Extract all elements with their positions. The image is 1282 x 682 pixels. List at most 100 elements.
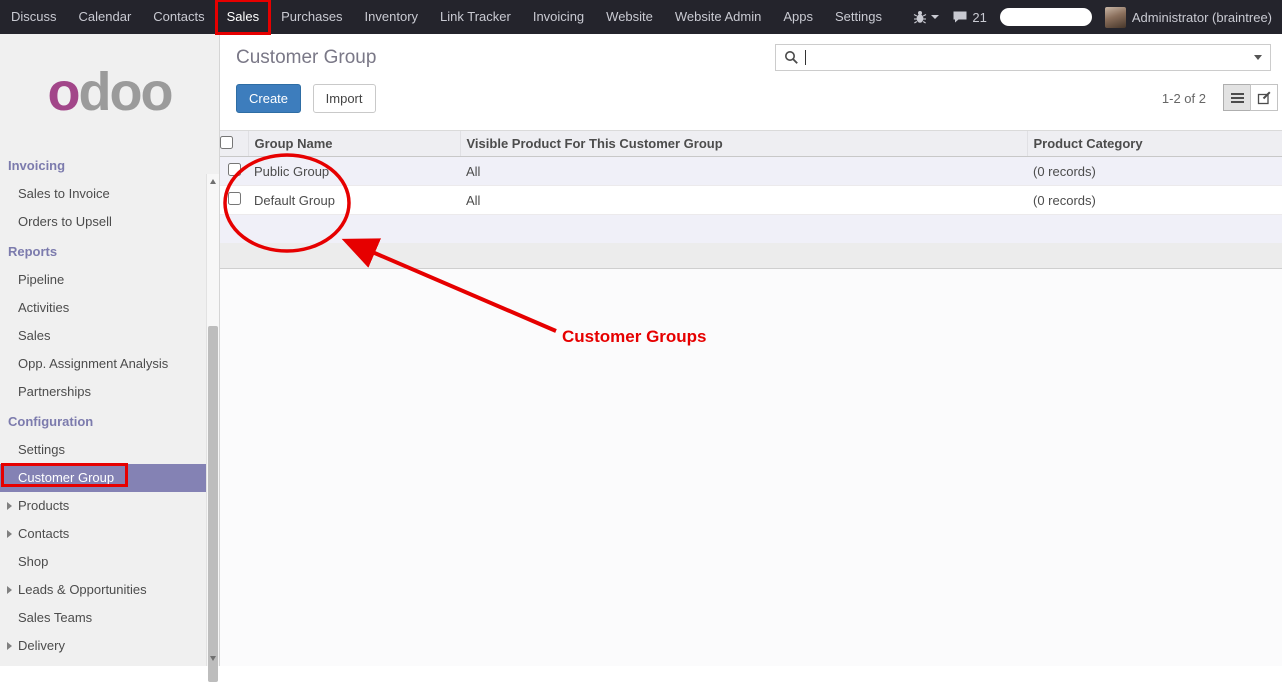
content-header: Customer Group Create Import 1-2 of 2 xyxy=(220,34,1282,130)
row-checkbox[interactable] xyxy=(228,192,241,205)
nav-item-invoicing[interactable]: Invoicing xyxy=(522,0,595,34)
sidebar-item-activities[interactable]: Activities xyxy=(0,294,207,322)
sidebar-item-settings[interactable]: Settings xyxy=(0,436,207,464)
customer-group-table: Group NameVisible Product For This Custo… xyxy=(220,130,1282,244)
sidebar: odoo Invoicing Sales to Invoice Orders to … xyxy=(0,34,220,666)
nav-item-apps[interactable]: Apps xyxy=(772,0,824,34)
nav-item-contacts[interactable]: Contacts xyxy=(142,0,215,34)
row-select-cell xyxy=(220,186,248,215)
scroll-up-icon[interactable] xyxy=(210,179,216,184)
odoo-logo: odoo xyxy=(0,34,219,150)
expand-arrow-icon xyxy=(7,586,12,594)
user-menu[interactable]: Administrator (braintree) xyxy=(1105,7,1272,28)
sidebar-section-configuration: Configuration xyxy=(0,408,219,436)
sidebar-item-label: Activities xyxy=(18,300,69,315)
nav-items: DiscussCalendarContactsSalesPurchasesInv… xyxy=(0,0,893,34)
sidebar-item-label: Products xyxy=(18,498,69,513)
form-view-button[interactable] xyxy=(1250,84,1278,111)
table-row-public-group[interactable]: Public GroupAll(0 records) xyxy=(220,157,1282,186)
expand-arrow-icon xyxy=(7,642,12,650)
row-select-cell xyxy=(220,157,248,186)
table-body: Public GroupAll(0 records)Default GroupA… xyxy=(220,157,1282,244)
edit-form-icon xyxy=(1257,91,1271,105)
sidebar-item-label: Settings xyxy=(18,442,65,457)
nav-item-website[interactable]: Website xyxy=(595,0,664,34)
search-input[interactable] xyxy=(812,45,1248,70)
status-pill xyxy=(1000,8,1092,26)
import-button[interactable]: Import xyxy=(313,84,376,113)
column-header-product-category[interactable]: Product Category xyxy=(1027,131,1282,157)
expand-arrow-icon xyxy=(7,530,12,538)
nav-item-settings[interactable]: Settings xyxy=(824,0,893,34)
cell-visible-product-for-this-customer-group: All xyxy=(460,157,1027,186)
sidebar-item-label: Delivery xyxy=(18,638,65,653)
nav-item-calendar[interactable]: Calendar xyxy=(68,0,143,34)
chat-bubble-icon xyxy=(952,10,968,24)
messages-menu[interactable]: 21 xyxy=(952,10,986,25)
sidebar-item-shop[interactable]: Shop xyxy=(0,548,207,576)
table-header-row: Group NameVisible Product For This Custo… xyxy=(220,131,1282,157)
chevron-down-icon xyxy=(931,15,939,19)
row-checkbox[interactable] xyxy=(228,163,241,176)
scroll-down-icon[interactable] xyxy=(210,656,216,661)
list-view-button[interactable] xyxy=(1223,84,1251,111)
nav-item-inventory[interactable]: Inventory xyxy=(354,0,429,34)
sidebar-item-sales[interactable]: Sales xyxy=(0,322,207,350)
sidebar-item-label: Shop xyxy=(18,554,48,569)
sidebar-item-contacts[interactable]: Contacts xyxy=(0,520,207,548)
sidebar-item-customer-group[interactable]: Customer Group xyxy=(0,464,207,492)
list-icon xyxy=(1231,93,1244,103)
search-icon xyxy=(784,50,799,65)
nav-item-website-admin[interactable]: Website Admin xyxy=(664,0,772,34)
empty-row xyxy=(220,215,1282,244)
sidebar-item-orders-to-upsell[interactable]: Orders to Upsell xyxy=(0,208,207,236)
navbar-right: 21 Administrator (braintree) xyxy=(913,0,1282,34)
sidebar-item-products[interactable]: Products xyxy=(0,492,207,520)
logo-rest: doo xyxy=(79,65,172,119)
sidebar-section-invoicing: Invoicing xyxy=(0,152,219,180)
sidebar-item-label: Partnerships xyxy=(18,384,91,399)
cell-group-name: Public Group xyxy=(248,157,460,186)
search-box xyxy=(775,44,1271,71)
view-switcher xyxy=(1223,84,1278,111)
messages-count: 21 xyxy=(972,10,986,25)
select-all-header xyxy=(220,131,248,157)
sidebar-item-pipeline[interactable]: Pipeline xyxy=(0,266,207,294)
nav-item-sales[interactable]: Sales xyxy=(216,0,271,34)
sidebar-item-sales-to-invoice[interactable]: Sales to Invoice xyxy=(0,180,207,208)
nav-item-link-tracker[interactable]: Link Tracker xyxy=(429,0,522,34)
debug-menu[interactable] xyxy=(913,10,939,24)
sidebar-section-reports: Reports xyxy=(0,238,219,266)
user-name: Administrator (braintree) xyxy=(1132,10,1272,25)
logo-first-letter: o xyxy=(48,65,79,119)
sidebar-item-label: Customer Group xyxy=(18,470,114,485)
column-header-visible-product-for-this-customer-group[interactable]: Visible Product For This Customer Group xyxy=(460,131,1027,157)
sidebar-item-sales-teams[interactable]: Sales Teams xyxy=(0,604,207,632)
top-navbar: DiscussCalendarContactsSalesPurchasesInv… xyxy=(0,0,1282,34)
sidebar-item-partnerships[interactable]: Partnerships xyxy=(0,378,207,406)
nav-item-discuss[interactable]: Discuss xyxy=(0,0,68,34)
sidebar-item-leads-opportunities[interactable]: Leads & Opportunities xyxy=(0,576,207,604)
bug-icon xyxy=(913,10,927,24)
column-header-group-name[interactable]: Group Name xyxy=(248,131,460,157)
sidebar-menu: Invoicing Sales to Invoice Orders to Upsel… xyxy=(0,152,219,660)
action-buttons: Create Import xyxy=(236,84,376,113)
sidebar-item-label: Sales xyxy=(18,328,51,343)
table-row-default-group[interactable]: Default GroupAll(0 records) xyxy=(220,186,1282,215)
sidebar-item-opp-assignment-analysis[interactable]: Opp. Assignment Analysis xyxy=(0,350,207,378)
sidebar-item-delivery[interactable]: Delivery xyxy=(0,632,207,660)
search-dropdown-icon[interactable] xyxy=(1254,55,1262,60)
cell-group-name: Default Group xyxy=(248,186,460,215)
scrollbar-thumb[interactable] xyxy=(208,326,218,682)
sidebar-item-label: Sales to Invoice xyxy=(18,186,110,201)
sidebar-scrollbar[interactable] xyxy=(206,174,219,666)
sidebar-item-label: Orders to Upsell xyxy=(18,214,112,229)
sidebar-item-label: Pipeline xyxy=(18,272,64,287)
select-all-checkbox[interactable] xyxy=(220,136,233,149)
sidebar-item-label: Contacts xyxy=(18,526,69,541)
search-cursor xyxy=(805,50,806,65)
nav-item-purchases[interactable]: Purchases xyxy=(270,0,353,34)
create-button[interactable]: Create xyxy=(236,84,301,113)
cell-visible-product-for-this-customer-group: All xyxy=(460,186,1027,215)
table-footer-strip xyxy=(220,243,1282,269)
